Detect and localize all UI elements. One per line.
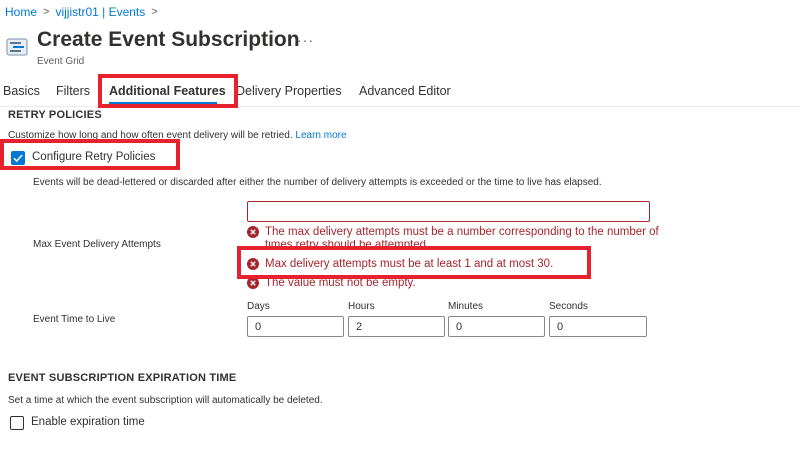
seconds-input[interactable] [549,316,647,337]
event-time-to-live-label: Event Time to Live [33,314,116,325]
chevron-right-icon: > [43,6,50,18]
page-subtitle: Event Grid [37,56,85,67]
error-message: The max delivery attempts must be a numb… [247,226,659,238]
chevron-right-icon: > [151,6,158,18]
days-input[interactable] [247,316,344,337]
checkmark-icon [13,154,23,163]
tabs-divider [0,106,800,107]
retry-description: Customize how long and how often event d… [8,130,347,141]
retry-policies-heading: RETRY POLICIES [8,109,102,121]
active-tab-indicator [109,102,217,104]
tab-bar: Basics Filters Additional Features Deliv… [0,79,800,105]
more-options-icon[interactable]: ··· [297,32,314,48]
seconds-label: Seconds [549,301,588,312]
error-message-continued: times retry should be attempted. [265,240,429,250]
retry-note: Events will be dead-lettered or discarde… [33,177,602,188]
error-text: Max delivery attempts must be at least 1… [265,258,554,270]
breadcrumb-parent-link[interactable]: vijjistr01 | Events [55,5,145,19]
event-grid-icon [6,37,28,57]
page-title: Create Event Subscription [37,28,300,51]
error-icon [247,277,259,289]
minutes-input[interactable] [448,316,545,337]
error-text: The value must not be empty. [265,277,416,289]
max-delivery-attempts-input[interactable] [247,201,650,222]
error-message: Max delivery attempts must be at least 1… [247,258,553,270]
hours-label: Hours [348,301,375,312]
tab-filters[interactable]: Filters [56,84,90,98]
tab-advanced-editor[interactable]: Advanced Editor [359,84,451,98]
error-text: The max delivery attempts must be a numb… [265,226,659,238]
breadcrumb-home-link[interactable]: Home [5,5,37,19]
max-delivery-attempts-label: Max Event Delivery Attempts [33,239,161,250]
retry-description-text: Customize how long and how often event d… [8,130,293,141]
tab-basics[interactable]: Basics [3,84,40,98]
tab-delivery-properties[interactable]: Delivery Properties [236,84,342,98]
error-icon [247,258,259,270]
tab-additional-features[interactable]: Additional Features [109,84,226,98]
error-icon [247,226,259,238]
learn-more-link[interactable]: Learn more [295,130,346,141]
error-message: The value must not be empty. [247,277,416,289]
minutes-label: Minutes [448,301,484,312]
expiration-heading: EVENT SUBSCRIPTION EXPIRATION TIME [8,372,237,384]
enable-expiration-label[interactable]: Enable expiration time [31,416,145,428]
configure-retry-policies-checkbox[interactable] [11,151,25,165]
days-label: Days [247,301,270,312]
hours-input[interactable] [348,316,445,337]
error-text: times retry should be attempted. [265,240,430,250]
enable-expiration-checkbox[interactable] [10,416,24,430]
configure-retry-policies-label[interactable]: Configure Retry Policies [32,151,155,163]
expiration-description: Set a time at which the event subscripti… [8,395,323,406]
breadcrumb: Home > vijjistr01 | Events > [5,5,158,19]
